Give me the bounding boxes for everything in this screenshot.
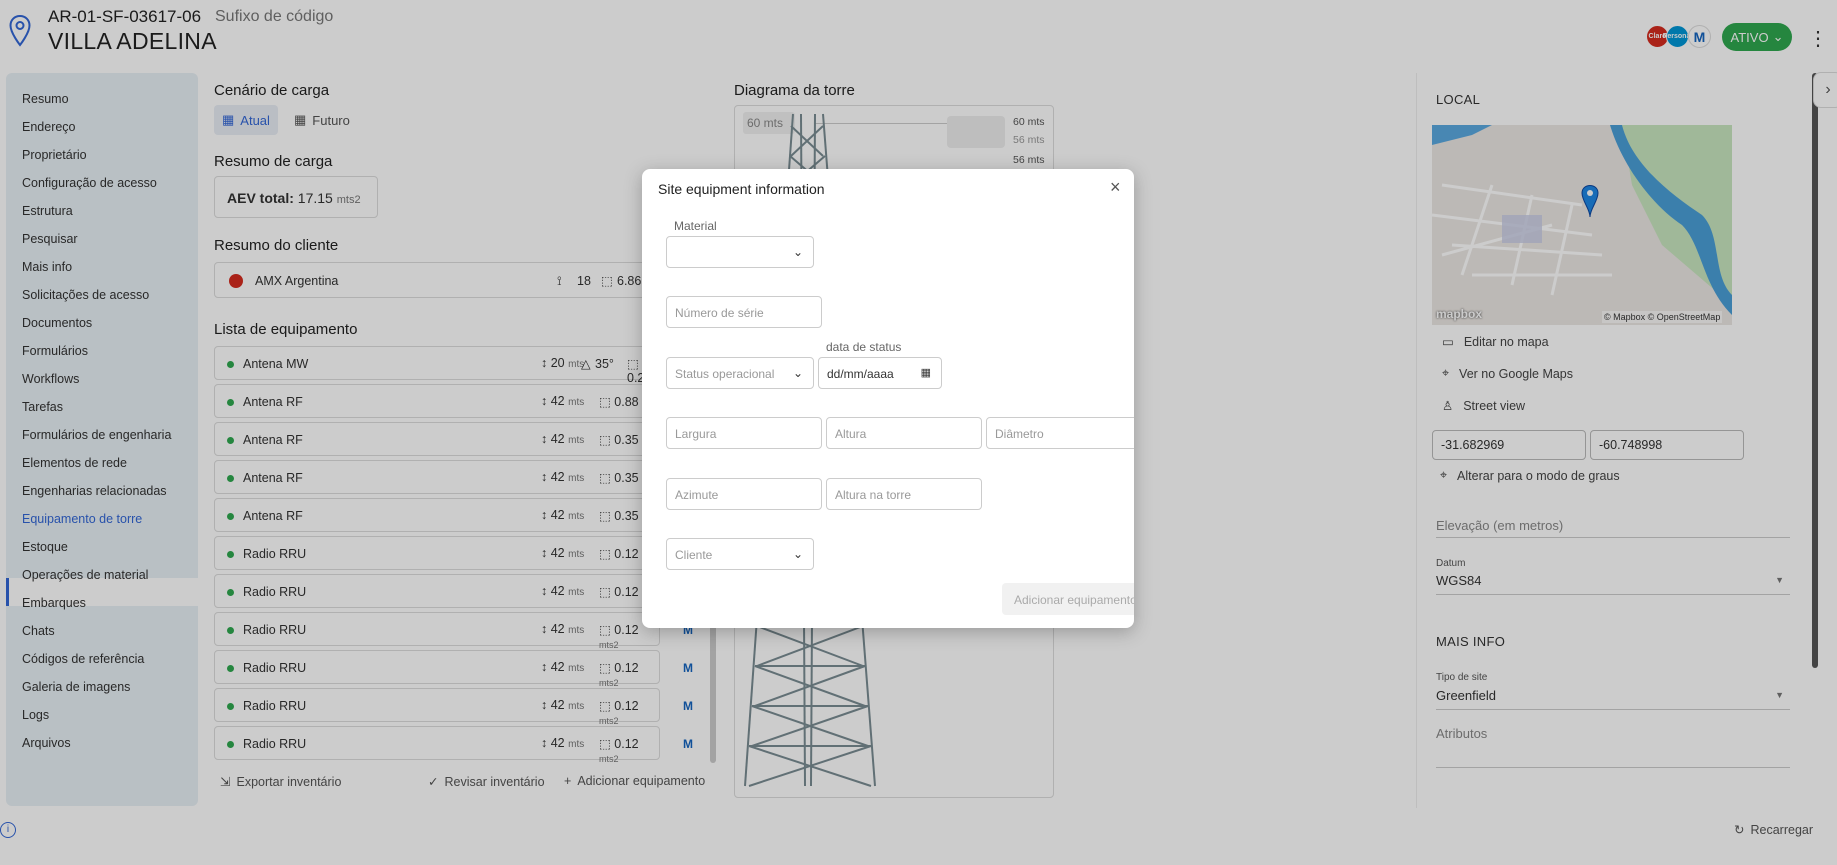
client-select[interactable]: Cliente ⌄ (666, 538, 814, 570)
diameter-field[interactable]: Diâmetro (986, 417, 1134, 449)
status-date-field[interactable]: dd/mm/aaaa ▦ (818, 357, 942, 389)
site-equipment-modal: Site equipment information × Material ⌄ … (642, 169, 1134, 628)
close-icon[interactable]: × (1110, 177, 1121, 198)
chevron-down-icon: ⌄ (792, 245, 803, 259)
client-placeholder: Cliente (675, 548, 713, 562)
height-field[interactable]: Altura (826, 417, 982, 449)
tower-height-field[interactable]: Altura na torre (826, 478, 982, 510)
operational-status-placeholder: Status operacional (675, 367, 775, 381)
operational-status-select[interactable]: Status operacional ⌄ (666, 357, 814, 389)
calendar-icon[interactable]: ▦ (921, 366, 931, 379)
chevron-down-icon: ⌄ (792, 547, 803, 561)
status-date-placeholder: dd/mm/aaaa (827, 367, 894, 381)
add-equipment-modal-button[interactable]: Adicionar equipamento (1002, 583, 1134, 615)
serial-number-field[interactable]: Número de série (666, 296, 822, 328)
width-field[interactable]: Largura (666, 417, 822, 449)
modal-title: Site equipment information (658, 181, 825, 197)
material-select[interactable]: ⌄ (666, 236, 814, 268)
chevron-down-icon: ⌄ (792, 366, 803, 380)
azimuth-field[interactable]: Azimute (666, 478, 822, 510)
material-label: Material (674, 219, 717, 233)
status-date-label: data de status (826, 340, 902, 354)
